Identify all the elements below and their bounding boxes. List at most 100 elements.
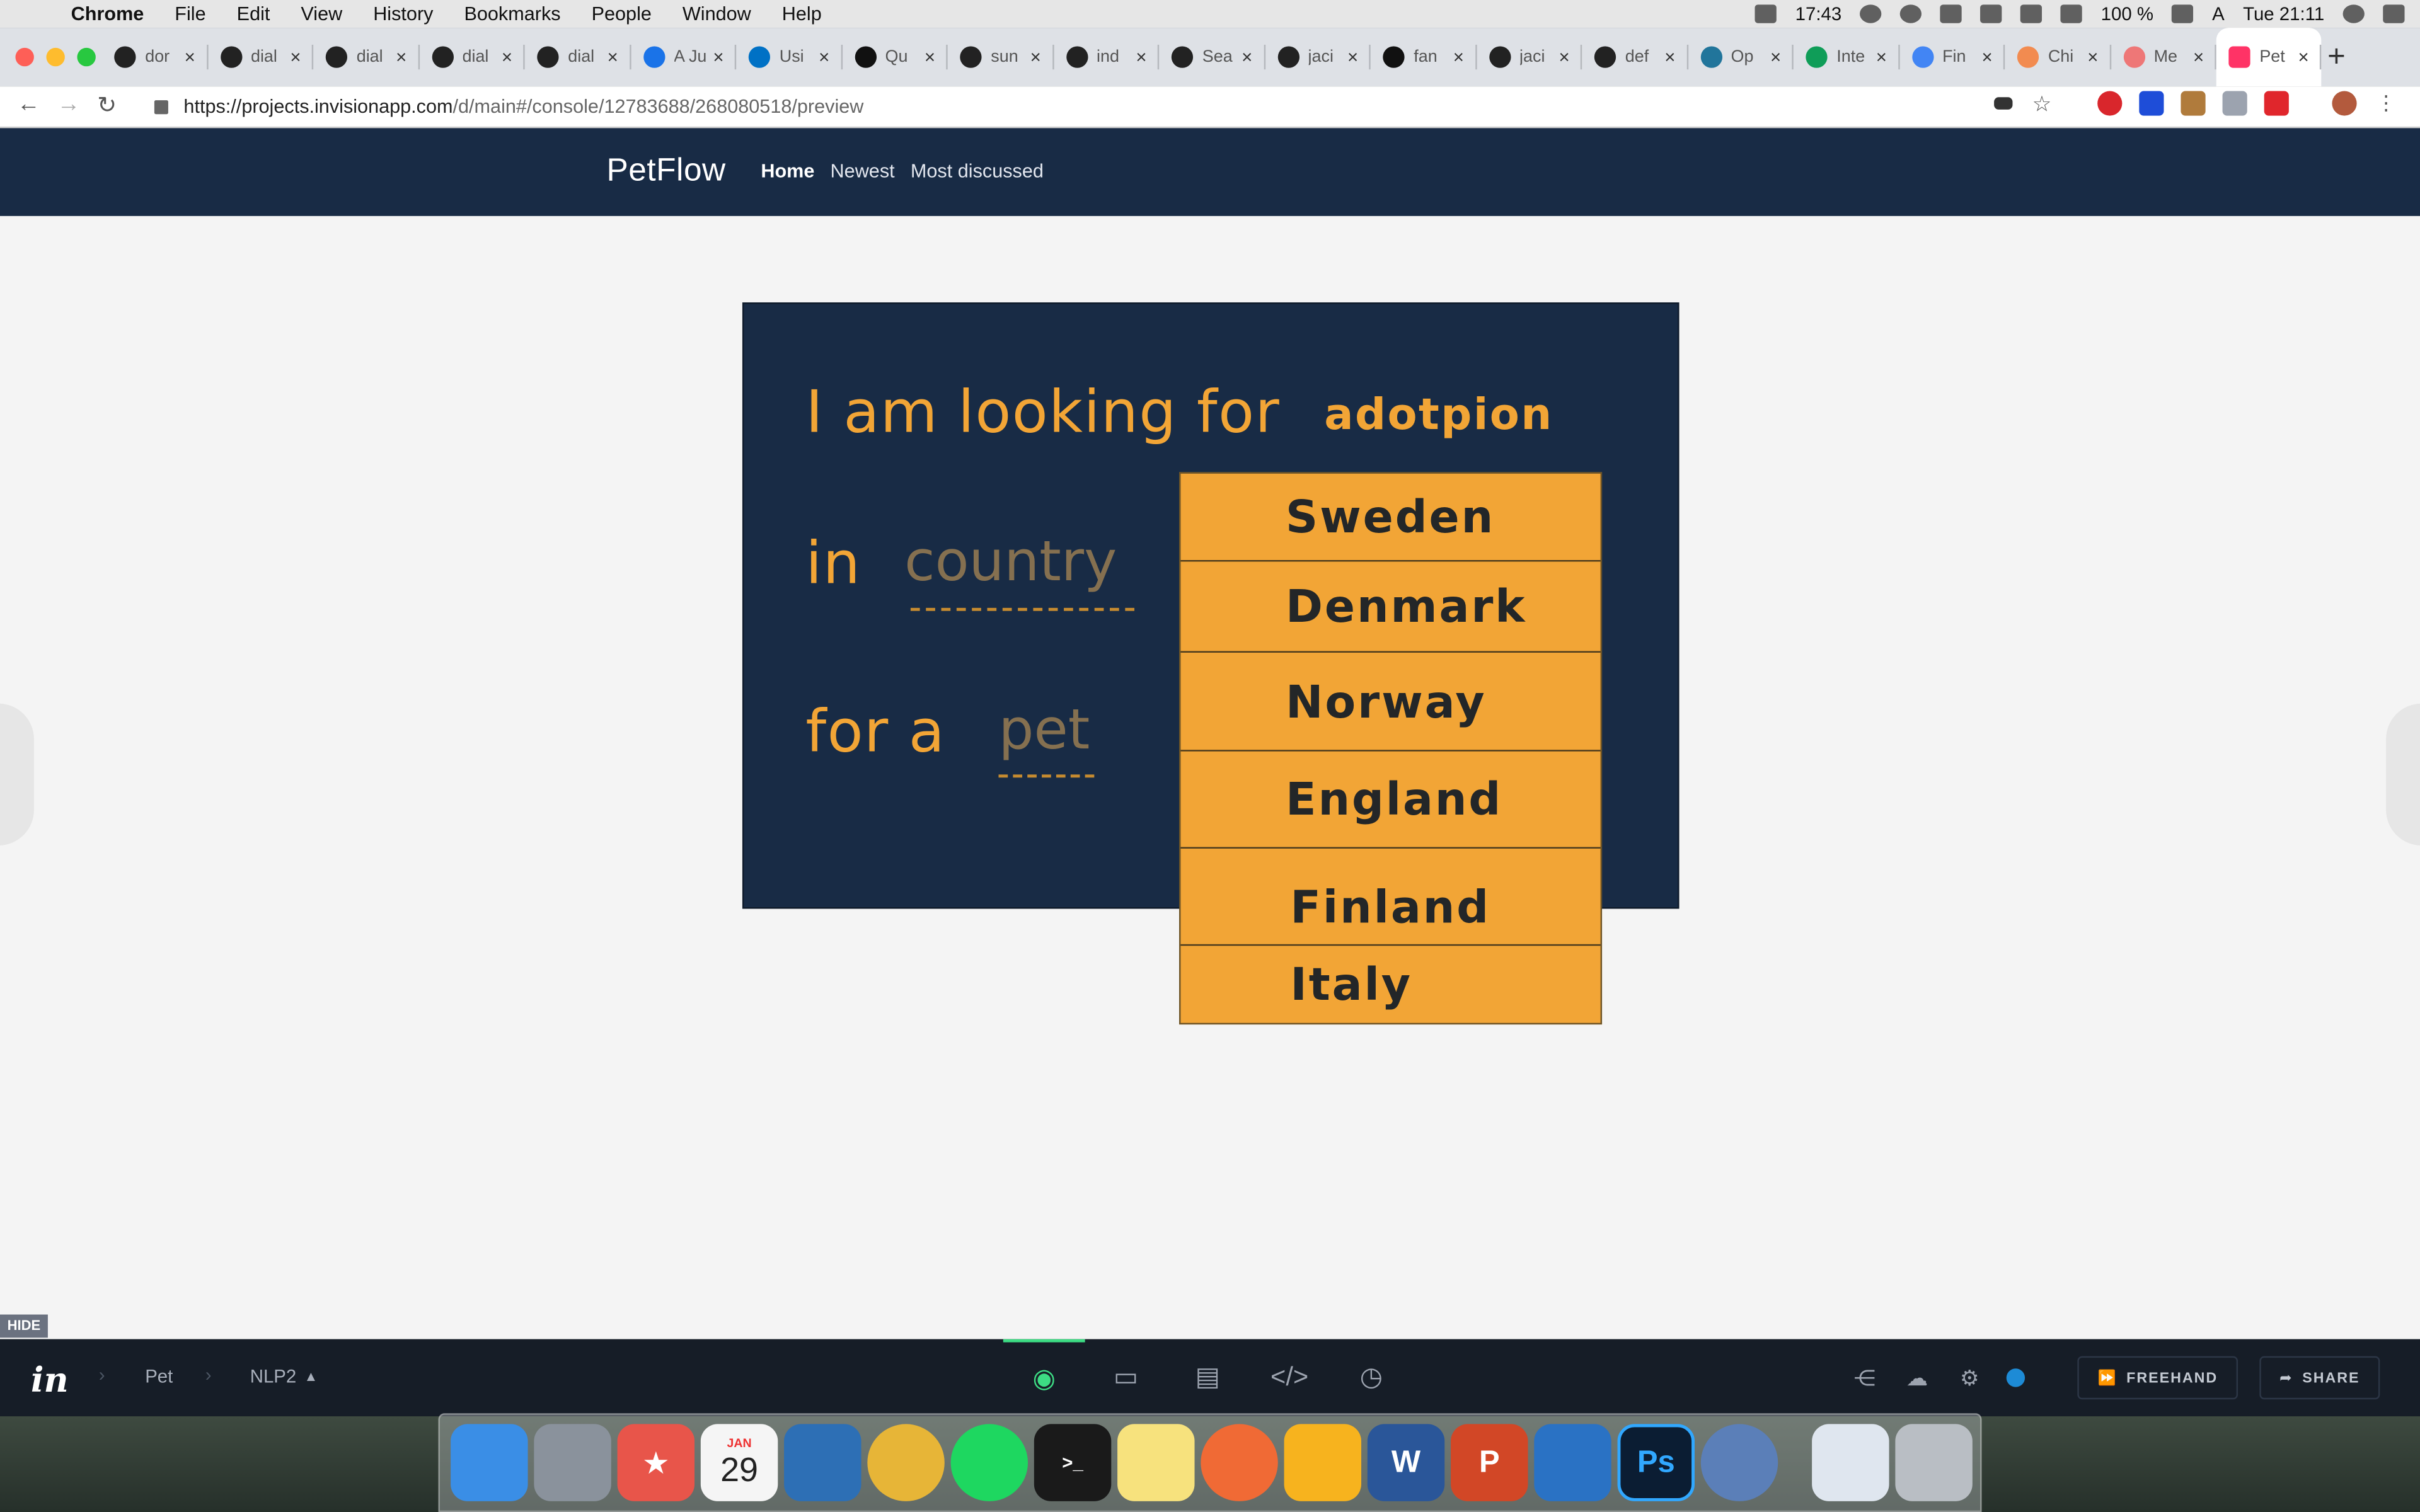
- terminal-icon[interactable]: >_: [1034, 1424, 1112, 1501]
- site-brand[interactable]: PetFlow: [606, 152, 725, 190]
- dropdown-option-denmark[interactable]: Denmark: [1180, 561, 1601, 653]
- menu-app-chrome[interactable]: Chrome: [71, 3, 144, 25]
- caret-up-icon[interactable]: ▲: [304, 1368, 318, 1383]
- menu-view[interactable]: View: [301, 3, 342, 25]
- browser-tab[interactable]: Op ×: [1688, 28, 1794, 86]
- powerpoint-icon[interactable]: P: [1451, 1424, 1528, 1501]
- close-tab-icon[interactable]: ×: [713, 46, 723, 67]
- chrome-icon[interactable]: [867, 1424, 945, 1501]
- history-clock-icon[interactable]: ◷: [1330, 1339, 1412, 1416]
- close-tab-icon[interactable]: ×: [185, 46, 195, 67]
- browser-tab[interactable]: Sea ×: [1159, 28, 1265, 86]
- close-tab-icon[interactable]: ×: [1030, 46, 1041, 67]
- breadcrumb-project[interactable]: Pet: [145, 1365, 173, 1387]
- dropdown-option-england[interactable]: England: [1180, 752, 1601, 849]
- notes-icon[interactable]: [1117, 1424, 1195, 1501]
- browser-tab[interactable]: dial ×: [207, 28, 313, 86]
- close-tab-icon[interactable]: ×: [1664, 46, 1675, 67]
- close-tab-icon[interactable]: ×: [1559, 46, 1569, 67]
- menu-people[interactable]: People: [592, 3, 652, 25]
- minimize-window-button[interactable]: [46, 47, 65, 67]
- dropdown-option-sweden[interactable]: Sweden: [1180, 474, 1601, 562]
- close-tab-icon[interactable]: ×: [925, 46, 935, 67]
- sketch-icon[interactable]: [1284, 1424, 1362, 1501]
- address-bar[interactable]: https://projects.invisionapp.com/d/main#…: [139, 89, 2106, 123]
- extension-red-icon[interactable]: [2097, 91, 2123, 116]
- quicktime-icon[interactable]: [1700, 1424, 1778, 1501]
- launchpad-icon[interactable]: [534, 1424, 611, 1501]
- trash-icon[interactable]: [1895, 1424, 1973, 1501]
- browser-tab[interactable]: ind ×: [1053, 28, 1159, 86]
- inspect-code-icon[interactable]: </>: [1248, 1339, 1330, 1416]
- extension-hat-icon[interactable]: [2181, 91, 2206, 116]
- spotify-icon[interactable]: [950, 1424, 1028, 1501]
- pet-field[interactable]: pet: [999, 699, 1090, 762]
- close-tab-icon[interactable]: ×: [1453, 46, 1464, 67]
- close-tab-icon[interactable]: ×: [2193, 46, 2204, 67]
- dropdown-option-italy[interactable]: Italy: [1180, 946, 1600, 1022]
- browser-tab[interactable]: Qu ×: [842, 28, 948, 86]
- photoshop-icon[interactable]: Ps: [1617, 1424, 1695, 1501]
- next-screen-arrow[interactable]: [2386, 703, 2420, 846]
- nav-newest[interactable]: Newest: [831, 161, 895, 182]
- browser-tab[interactable]: Fin ×: [1899, 28, 2005, 86]
- close-tab-icon[interactable]: ×: [1136, 46, 1146, 67]
- browser-tab[interactable]: def ×: [1582, 28, 1688, 86]
- prev-screen-arrow[interactable]: [0, 703, 34, 846]
- browser-tab[interactable]: Pet ×: [2216, 28, 2322, 87]
- invision-logo-icon[interactable]: in: [31, 1361, 69, 1401]
- close-tab-icon[interactable]: ×: [2087, 46, 2098, 67]
- extension-blue-icon[interactable]: [2139, 91, 2164, 116]
- close-tab-icon[interactable]: ×: [1770, 46, 1781, 67]
- camera-icon[interactable]: [2222, 91, 2247, 116]
- freehand-button[interactable]: ⏩ FREEHAND: [2077, 1356, 2238, 1400]
- close-tab-icon[interactable]: ×: [608, 46, 618, 67]
- spotlight-icon[interactable]: [2342, 4, 2365, 23]
- comment-icon[interactable]: ▤: [1167, 1339, 1248, 1416]
- close-tab-icon[interactable]: ×: [290, 46, 301, 67]
- dnd-icon[interactable]: [1900, 4, 1922, 23]
- bookmark-star-icon[interactable]: ☆: [2029, 91, 2054, 115]
- browser-tab[interactable]: dial ×: [313, 28, 419, 86]
- browser-tab[interactable]: dial ×: [419, 28, 525, 86]
- dropbox-icon[interactable]: [1755, 4, 1777, 23]
- new-tab-button[interactable]: +: [2327, 40, 2346, 76]
- menu-edit[interactable]: Edit: [237, 3, 270, 25]
- document-icon[interactable]: [1812, 1424, 1889, 1501]
- browser-tab[interactable]: dor ×: [102, 28, 208, 86]
- wifi-icon[interactable]: [1980, 4, 2002, 23]
- calendar-icon[interactable]: JAN 29: [700, 1424, 778, 1501]
- browser-tab[interactable]: A Ju ×: [630, 28, 736, 86]
- hide-toolbar-button[interactable]: HIDE: [0, 1314, 48, 1338]
- clock[interactable]: Tue 21:11: [2243, 3, 2324, 25]
- gear-icon[interactable]: ⚙: [1954, 1362, 1985, 1393]
- menu-bookmarks[interactable]: Bookmarks: [464, 3, 560, 25]
- volume-icon[interactable]: [2060, 4, 2083, 23]
- build-icon[interactable]: ▭: [1085, 1339, 1167, 1416]
- share-button[interactable]: ➦ SHARE: [2259, 1356, 2380, 1400]
- kebab-menu-icon[interactable]: ⋮: [2374, 91, 2399, 115]
- battery-percent[interactable]: 100 %: [2101, 3, 2153, 25]
- key-icon[interactable]: [1994, 97, 2013, 110]
- browser-tab[interactable]: Chi ×: [2005, 28, 2111, 86]
- browser-tab[interactable]: sun ×: [948, 28, 1054, 86]
- notification-center-icon[interactable]: [2383, 4, 2405, 23]
- nav-most-discussed[interactable]: Most discussed: [911, 161, 1044, 182]
- browser-tab[interactable]: Inte ×: [1794, 28, 1899, 86]
- browser-tab[interactable]: Me ×: [2111, 28, 2216, 86]
- finder-icon[interactable]: [451, 1424, 528, 1501]
- close-tab-icon[interactable]: ×: [819, 46, 829, 67]
- extension-video-icon[interactable]: [2264, 91, 2289, 116]
- nav-home[interactable]: Home: [761, 161, 814, 182]
- battery-icon[interactable]: [2172, 4, 2194, 23]
- status-dot[interactable]: [2007, 1368, 2025, 1387]
- browser-tab[interactable]: jaci ×: [1476, 28, 1582, 86]
- input-source[interactable]: A: [2212, 3, 2225, 25]
- dropdown-option-norway[interactable]: Norway: [1180, 653, 1601, 752]
- purpose-select[interactable]: adotpion: [1324, 389, 1553, 440]
- timer-icon[interactable]: [1860, 4, 1882, 23]
- vscode-icon[interactable]: [1534, 1424, 1611, 1501]
- postman-icon[interactable]: [1201, 1424, 1278, 1501]
- bluetooth-icon[interactable]: [2020, 4, 2043, 23]
- cloud-icon[interactable]: ☁: [1902, 1362, 1933, 1393]
